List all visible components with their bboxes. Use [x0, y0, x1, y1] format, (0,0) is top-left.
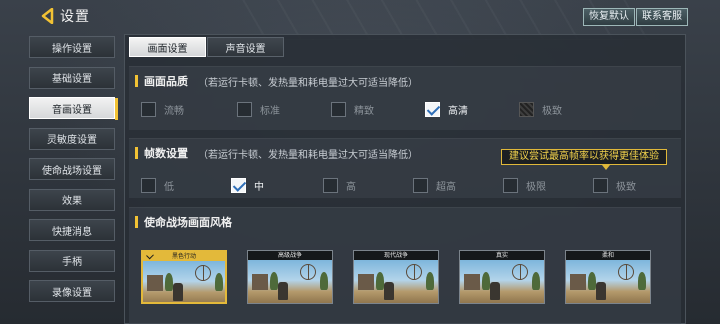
tab-graphics[interactable]: 画面设置 — [129, 37, 206, 57]
style-option-modern-warfare[interactable]: 现代战争 — [353, 250, 439, 304]
sidebar-item-battlefield[interactable]: 使命战场设置 — [29, 158, 115, 180]
tab-sound[interactable]: 声音设置 — [207, 37, 284, 57]
settings-panel: 画面设置 声音设置 画面品质 （若运行卡顿、发热量和耗电量过大可适当降低） 流畅… — [124, 34, 686, 324]
quality-option-ultra[interactable]: 极致 — [519, 101, 562, 117]
section-title: 画面品质 — [144, 75, 188, 88]
section-title: 帧数设置 — [144, 147, 188, 160]
quality-option-hd[interactable]: 高清 — [425, 101, 468, 117]
sidebar-item-sensitivity[interactable]: 灵敏度设置 — [29, 127, 115, 150]
section-note: （若运行卡顿、发热量和耗电量过大可适当降低） — [198, 149, 418, 161]
fps-tooltip: 建议尝试最高帧率以获得更佳体验 — [501, 149, 667, 170]
section-marker — [135, 147, 138, 159]
style-option-label: 柔和 — [566, 251, 650, 260]
quality-option-fine[interactable]: 精致 — [331, 101, 374, 117]
checkbox[interactable] — [593, 177, 608, 193]
scene-image — [143, 261, 225, 302]
quality-options: 流畅 标准 精致 高清 极致 — [139, 101, 679, 119]
sidebar-item-label: 效果 — [62, 196, 82, 207]
page-title: 设置 — [60, 9, 90, 25]
quality-option-standard[interactable]: 标准 — [237, 101, 280, 117]
frame-rate-section: 帧数设置 （若运行卡顿、发热量和耗电量过大可适当降低） 建议尝试最高帧率以获得更… — [129, 138, 681, 198]
sidebar-item-label: 录像设置 — [52, 287, 92, 299]
checkbox[interactable] — [141, 177, 156, 193]
tab-bar: 画面设置 声音设置 — [129, 37, 285, 57]
checkbox[interactable] — [323, 177, 338, 193]
sidebar-item-label: 快捷消息 — [52, 226, 92, 238]
sidebar-item-quick-messages[interactable]: 快捷消息 — [29, 219, 115, 241]
style-option-realistic[interactable]: 真实 — [459, 250, 545, 304]
scene-image — [354, 260, 438, 303]
checkbox-checked[interactable] — [425, 101, 440, 117]
section-marker — [135, 216, 138, 228]
style-options: 黑色行动 高级战争 现代战争 真实 柔和 — [141, 250, 681, 310]
sidebar-item-basic[interactable]: 基础设置 — [29, 66, 115, 89]
section-note: （若运行卡顿、发热量和耗电量过大可适当降低） — [198, 77, 418, 89]
sidebar-item-label: 音画设置 — [52, 104, 92, 116]
battlefield-style-section: 使命战场画面风格 黑色行动 高级战争 现代战争 真实 柔和 — [129, 207, 681, 324]
checkbox[interactable] — [413, 177, 428, 193]
style-option-label: 现代战争 — [354, 251, 438, 260]
sidebar-item-label: 操作设置 — [52, 43, 92, 55]
checkbox[interactable] — [141, 101, 156, 117]
sidebar-item-audio-video[interactable]: 音画设置 — [29, 97, 118, 120]
quality-option-smooth[interactable]: 流畅 — [141, 101, 184, 117]
section-title: 使命战场画面风格 — [144, 216, 232, 229]
scene-image — [460, 260, 544, 303]
style-option-label: 黑色行动 — [143, 252, 225, 261]
fps-option-very-high[interactable]: 超高 — [413, 177, 456, 193]
style-option-label: 真实 — [460, 251, 544, 260]
sidebar-item-gamepad[interactable]: 手柄 — [29, 249, 115, 272]
sidebar-item-label: 基础设置 — [52, 74, 92, 85]
fps-option-medium[interactable]: 中 — [231, 177, 264, 193]
checkbox[interactable] — [503, 177, 518, 193]
section-marker — [135, 75, 138, 87]
sidebar-item-label: 手柄 — [62, 257, 82, 268]
sidebar-item-recording[interactable]: 录像设置 — [29, 280, 115, 302]
scene-image — [566, 260, 650, 303]
sidebar-item-controls[interactable]: 操作设置 — [29, 36, 115, 58]
checkbox[interactable] — [237, 101, 252, 117]
restore-default-button[interactable]: 恢复默认 — [583, 8, 635, 26]
contact-support-button[interactable]: 联系客服 — [636, 8, 688, 26]
fps-option-low[interactable]: 低 — [141, 177, 174, 193]
graphics-quality-section: 画面品质 （若运行卡顿、发热量和耗电量过大可适当降低） 流畅 标准 精致 高清 … — [129, 66, 681, 130]
style-option-label: 高级战争 — [248, 251, 332, 260]
style-option-soft[interactable]: 柔和 — [565, 250, 651, 304]
fps-option-extreme[interactable]: 极限 — [503, 177, 546, 193]
checkbox-disabled[interactable] — [519, 101, 534, 117]
style-option-black-ops[interactable]: 黑色行动 — [141, 250, 227, 304]
checkbox-checked[interactable] — [231, 177, 246, 193]
fps-option-high[interactable]: 高 — [323, 177, 356, 193]
fps-option-ultimate[interactable]: 极致 — [593, 177, 636, 193]
checkbox[interactable] — [331, 101, 346, 117]
back-button[interactable] — [38, 7, 58, 25]
sidebar-item-effects[interactable]: 效果 — [29, 188, 115, 211]
back-arrow-icon — [41, 8, 54, 24]
scene-image — [248, 260, 332, 303]
sidebar-item-label: 使命战场设置 — [42, 165, 102, 177]
sidebar: 操作设置 基础设置 音画设置 灵敏度设置 使命战场设置 效果 快捷消息 手柄 录… — [29, 36, 118, 311]
style-option-advanced-warfare[interactable]: 高级战争 — [247, 250, 333, 304]
top-bar: 设置 恢复默认 联系客服 — [0, 0, 720, 32]
sidebar-item-label: 灵敏度设置 — [47, 135, 97, 146]
fps-options: 低 中 高 超高 极限 极致 — [139, 177, 679, 195]
